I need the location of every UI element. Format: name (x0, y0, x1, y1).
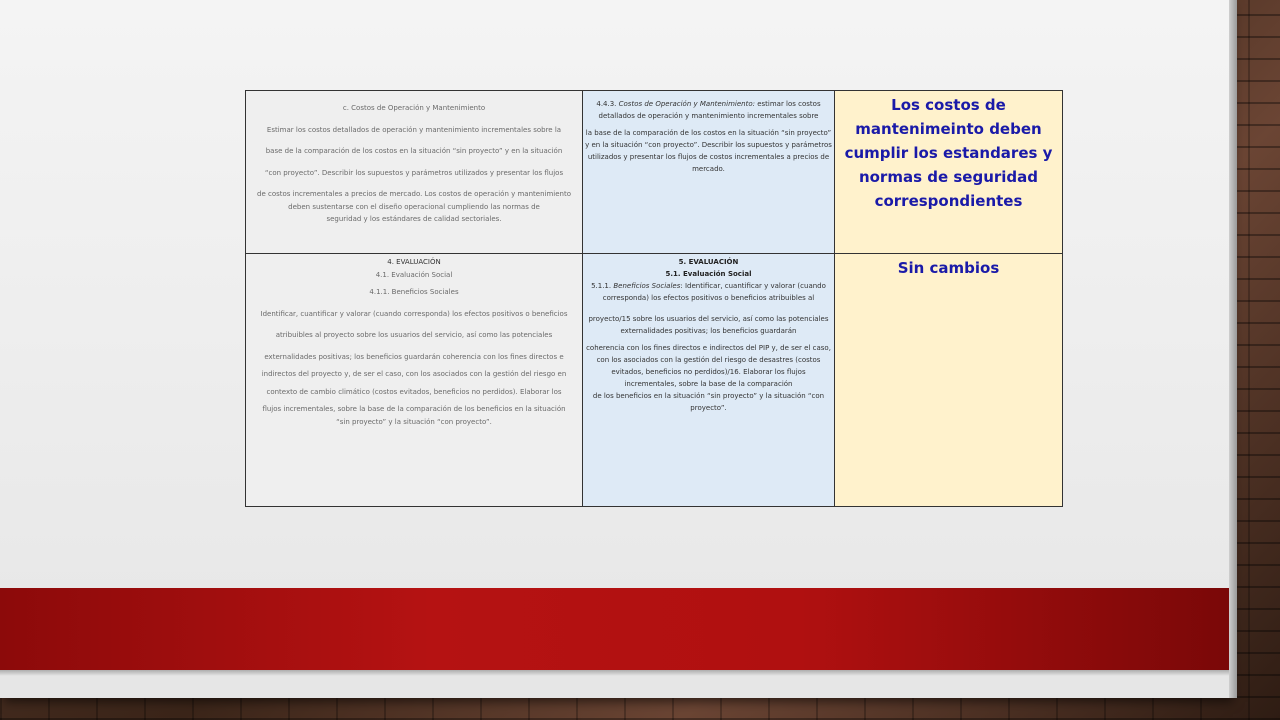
cell-text: Identificar, cuantificar y valorar (cuan… (260, 309, 568, 318)
cell-subheading: 5.1. Evaluación Social (665, 270, 752, 278)
section-title: Costos de Operación y Mantenimiento: (618, 100, 755, 108)
cell-text: indirectos del proyecto y, de ser el cas… (261, 370, 567, 378)
cell-heading: 4.4.3. Costos de Operación y Mantenimien… (585, 98, 832, 122)
cell-new-evaluation: 5. EVALUACIÓN 5.1. Evaluación Social 5.1… (582, 253, 835, 507)
cell-subheading: 4.1.1. Beneficios Sociales (369, 288, 459, 296)
comparison-table: c. Costos de Operación y Mantenimiento E… (245, 90, 1063, 507)
cell-text: seguridad y los estándares de calidad se… (326, 215, 502, 223)
cell-text: la base de la comparación de los costos … (585, 129, 832, 173)
cell-text: externalidades positivas; los beneficios… (264, 352, 564, 361)
item-number: 5.1.1. (591, 282, 614, 290)
cell-subheading: 4.1. Evaluación Social (375, 270, 453, 279)
cell-new-operation-costs: 4.4.3. Costos de Operación y Mantenimien… (582, 90, 835, 254)
cell-text: Estimar los costos detallados de operaci… (266, 125, 562, 134)
table-row: c. Costos de Operación y Mantenimiento E… (245, 90, 1063, 254)
cell-text: contexto de cambio climático (costos evi… (266, 387, 562, 396)
item-title: Beneficios Sociales (613, 282, 681, 290)
cell-text: “sin proyecto” y la situación “con proye… (336, 417, 492, 426)
cell-text: coherencia con los fines directos e indi… (586, 344, 831, 388)
cell-text: “con proyecto”. Describir los supuestos … (264, 168, 564, 177)
slide-edge (1229, 0, 1237, 698)
cell-text: base de la comparación de los costos en … (265, 147, 563, 155)
cell-comment-evaluation: Sin cambios (834, 253, 1063, 507)
cell-text: flujos incrementales, sobre la base de l… (262, 405, 566, 413)
cell-heading: 4. EVALUACIÓN (387, 258, 441, 266)
footer-band-shadow (0, 670, 1229, 676)
cell-heading: c. Costos de Operación y Mantenimiento (342, 104, 486, 112)
footer-red-band (0, 588, 1229, 670)
cell-text: atribuibles al proyecto sobre los usuari… (275, 331, 553, 339)
cell-text: 5.1.1. Beneficios Sociales: Identificar,… (585, 280, 832, 304)
cell-heading: 5. EVALUACIÓN (678, 258, 739, 266)
comment-text: Sin cambios (897, 259, 1000, 277)
cell-original-evaluation: 4. EVALUACIÓN 4.1. Evaluación Social 4.1… (245, 253, 583, 507)
cell-text: de los beneficios en la situación “sin p… (592, 392, 825, 412)
cell-text: de costos incrementales a precios de mer… (257, 190, 571, 211)
cell-original-operation-costs: c. Costos de Operación y Mantenimiento E… (245, 90, 583, 254)
cell-text: proyecto/15 sobre los usuarios del servi… (588, 315, 829, 335)
section-number: 4.4.3. (596, 100, 619, 108)
comment-text: Los costos de mantenimeinto deben cumpli… (844, 96, 1053, 210)
table-row: 4. EVALUACIÓN 4.1. Evaluación Social 4.1… (245, 253, 1063, 507)
cell-comment-operation-costs: Los costos de mantenimeinto deben cumpli… (834, 90, 1063, 254)
